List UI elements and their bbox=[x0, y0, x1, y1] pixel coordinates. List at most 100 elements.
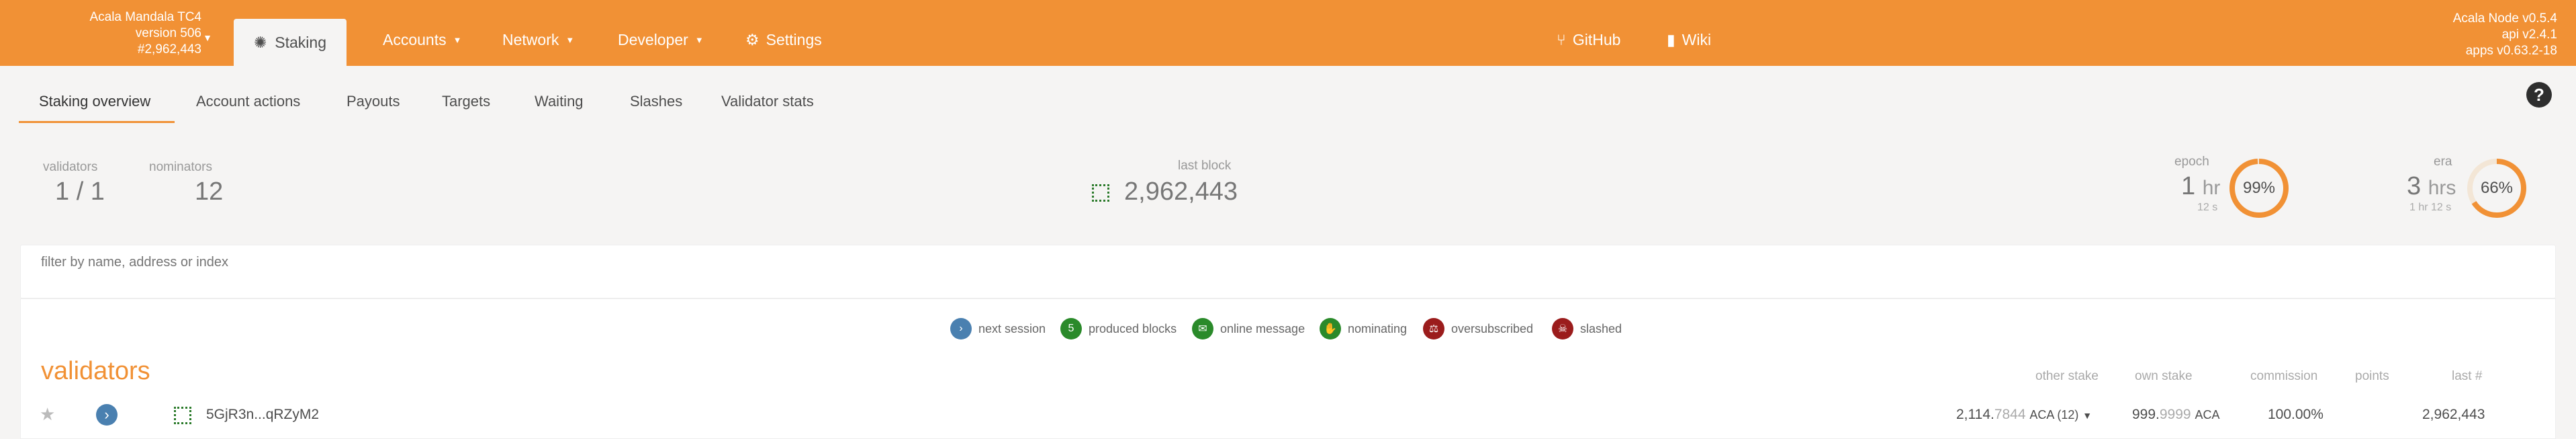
staking-subtabs: Staking overview Account actions Payouts… bbox=[19, 86, 2557, 124]
active-tab-indicator bbox=[19, 121, 175, 123]
epoch-unit: hr bbox=[2202, 177, 2221, 199]
chain-version: version 506 bbox=[135, 26, 201, 40]
column-commission: commission bbox=[2250, 369, 2318, 383]
validators-label: validators bbox=[43, 160, 98, 174]
legend-label: slashed bbox=[1580, 321, 1622, 335]
epoch-sub: 12 s bbox=[2197, 202, 2218, 213]
validators-title: validators bbox=[41, 357, 150, 385]
legend-icon: ☠ bbox=[1552, 318, 1573, 340]
last-block-label: last block bbox=[1178, 159, 1232, 173]
nav-developer[interactable]: Developer ▼ bbox=[618, 31, 704, 49]
last-block-value: 2,962,443 bbox=[1124, 177, 1238, 206]
tab-targets[interactable]: Targets bbox=[442, 93, 490, 110]
column-last-block: last # bbox=[2452, 369, 2483, 383]
nav-wiki[interactable]: ▮ Wiki bbox=[1667, 31, 1711, 49]
nav-accounts[interactable]: Accounts ▼ bbox=[383, 31, 461, 49]
other-stake-int: 2,114. bbox=[1956, 407, 1994, 422]
apps-version: apps v0.63.2-18 bbox=[2465, 44, 2557, 58]
nav-network-label: Network bbox=[502, 31, 559, 48]
column-other-stake: other stake bbox=[2035, 369, 2099, 383]
next-session-icon: › bbox=[96, 404, 118, 426]
commission-value: 100.00% bbox=[2268, 407, 2324, 422]
other-stake-unit: ACA (12) bbox=[2029, 408, 2079, 422]
best-block-number: #2,962,443 bbox=[137, 42, 201, 56]
tab-staking-overview[interactable]: Staking overview bbox=[39, 93, 150, 110]
era-label: era bbox=[2434, 155, 2452, 169]
legend-label: next session bbox=[978, 321, 1046, 335]
tab-waiting[interactable]: Waiting bbox=[535, 93, 584, 110]
other-stake-decimals: 7844 bbox=[1994, 407, 2026, 422]
chevron-down-icon: ▼ bbox=[203, 32, 212, 43]
legend-item: ✉ online message bbox=[1192, 318, 1305, 340]
staking-icon: ✺ bbox=[254, 33, 267, 51]
legend-item: ✋ nominating bbox=[1320, 318, 1407, 340]
own-stake-decimals: 9999 bbox=[2159, 407, 2191, 422]
column-own-stake: own stake bbox=[2135, 369, 2193, 383]
star-icon[interactable]: ★ bbox=[40, 404, 55, 425]
chevron-down-icon: ▼ bbox=[565, 35, 575, 45]
gear-icon: ⚙ bbox=[745, 31, 760, 48]
nav-github-label: GitHub bbox=[1572, 31, 1621, 48]
nav-network[interactable]: Network ▼ bbox=[502, 31, 574, 49]
nav-accounts-label: Accounts bbox=[383, 31, 447, 48]
validators-list: › next session 5 produced blocks ✉ online mes… bbox=[20, 298, 2556, 439]
validators-value: 1 / 1 bbox=[55, 177, 105, 206]
era-sub: 1 hr 12 s bbox=[2409, 202, 2452, 213]
own-stake-unit: ACA bbox=[2195, 408, 2220, 422]
legend-item: › next session bbox=[950, 318, 1046, 340]
top-navbar: Acala Mandala TC4 version 506 #2,962,443… bbox=[0, 0, 2576, 66]
legend-label: online message bbox=[1220, 321, 1305, 335]
legend-icon: 5 bbox=[1060, 318, 1082, 340]
epoch-value-number: 1 bbox=[2181, 172, 2196, 200]
chevron-down-icon: ▼ bbox=[2082, 410, 2092, 421]
node-name: Acala Node v0.5.4 bbox=[2452, 11, 2557, 26]
era-value: 3 hrs bbox=[2407, 172, 2456, 201]
chevron-down-icon: ▼ bbox=[694, 35, 704, 45]
tab-payouts[interactable]: Payouts bbox=[347, 93, 400, 110]
epoch-percent: 99% bbox=[2242, 179, 2276, 197]
tab-validator-stats[interactable]: Validator stats bbox=[721, 93, 814, 110]
chevron-down-icon: ▼ bbox=[453, 35, 462, 45]
nav-settings[interactable]: ⚙ Settings bbox=[745, 31, 822, 49]
book-icon: ▮ bbox=[1667, 31, 1675, 48]
filter-bar bbox=[20, 245, 2556, 298]
nav-wiki-label: Wiki bbox=[1682, 31, 1712, 48]
legend-icon: ✉ bbox=[1192, 318, 1213, 340]
epoch-label: epoch bbox=[2174, 155, 2209, 169]
legend-label: oversubscribed bbox=[1451, 321, 1534, 335]
nav-github[interactable]: ⑂ GitHub bbox=[1557, 31, 1620, 49]
validator-address[interactable]: 5GjR3n...qRZyM2 bbox=[206, 407, 319, 423]
column-points: points bbox=[2355, 369, 2389, 383]
chain-name: Acala Mandala TC4 bbox=[89, 10, 201, 24]
nav-settings-label: Settings bbox=[766, 31, 822, 48]
legend-icon: ⚖ bbox=[1423, 318, 1444, 340]
legend-label: produced blocks bbox=[1089, 321, 1177, 335]
own-stake-int: 999. bbox=[2132, 407, 2160, 422]
node-info: Acala Node v0.5.4 api v2.4.1 apps v0.63.… bbox=[2453, 11, 2557, 59]
tab-slashes[interactable]: Slashes bbox=[630, 93, 682, 110]
table-row[interactable]: ★ › 5GjR3n...qRZyM2 2,114.7844 ACA (12) … bbox=[21, 395, 2557, 438]
epoch-value: 1 hr bbox=[2181, 172, 2220, 201]
legend-icon: ✋ bbox=[1320, 318, 1341, 340]
identicon bbox=[174, 407, 191, 424]
chain-selector[interactable]: Acala Mandala TC4 version 506 #2,962,443… bbox=[0, 9, 212, 58]
era-unit: hrs bbox=[2428, 177, 2456, 199]
nav-developer-label: Developer bbox=[618, 31, 688, 48]
era-value-number: 3 bbox=[2407, 172, 2422, 200]
api-version: api v2.4.1 bbox=[2501, 28, 2557, 42]
nominators-label: nominators bbox=[149, 160, 212, 174]
identicon bbox=[1092, 184, 1109, 202]
last-block-value: 2,962,443 bbox=[2422, 407, 2485, 422]
tab-staking-label: Staking bbox=[275, 33, 326, 51]
legend-item: 5 produced blocks bbox=[1060, 318, 1177, 340]
legend-label: nominating bbox=[1348, 321, 1408, 335]
legend-item: ⚖ oversubscribed bbox=[1423, 318, 1533, 340]
tab-account-actions[interactable]: Account actions bbox=[196, 93, 300, 110]
era-percent: 66% bbox=[2480, 179, 2514, 197]
help-icon[interactable]: ? bbox=[2526, 82, 2552, 108]
filter-input[interactable] bbox=[41, 255, 578, 270]
tab-staking[interactable]: ✺ Staking bbox=[234, 19, 347, 66]
own-stake-value: 999.9999 ACA bbox=[2132, 407, 2219, 423]
git-branch-icon: ⑂ bbox=[1557, 31, 1566, 48]
other-stake-value[interactable]: 2,114.7844 ACA (12) ▼ bbox=[1956, 407, 2092, 423]
